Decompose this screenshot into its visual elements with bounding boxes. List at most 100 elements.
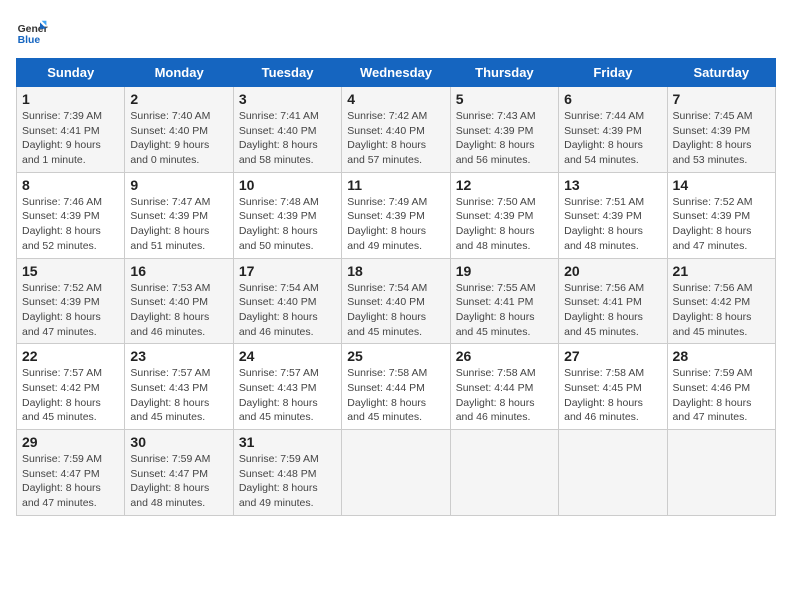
calendar-cell: 7 Sunrise: 7:45 AM Sunset: 4:39 PM Daylig… xyxy=(667,87,775,173)
day-detail: Sunrise: 7:43 AM Sunset: 4:39 PM Dayligh… xyxy=(456,109,553,168)
header-thursday: Thursday xyxy=(450,59,558,87)
day-number: 14 xyxy=(673,177,770,193)
day-detail: Sunrise: 7:44 AM Sunset: 4:39 PM Dayligh… xyxy=(564,109,661,168)
day-detail: Sunrise: 7:46 AM Sunset: 4:39 PM Dayligh… xyxy=(22,195,119,254)
day-number: 6 xyxy=(564,91,661,107)
calendar-week-5: 29 Sunrise: 7:59 AM Sunset: 4:47 PM Dayli… xyxy=(17,430,776,516)
calendar-cell: 30 Sunrise: 7:59 AM Sunset: 4:47 PM Dayli… xyxy=(125,430,233,516)
calendar-cell: 13Sunrise: 7:51 AM Sunset: 4:39 PM Dayli… xyxy=(559,172,667,258)
calendar-cell: 9Sunrise: 7:47 AM Sunset: 4:39 PM Daylig… xyxy=(125,172,233,258)
day-number: 21 xyxy=(673,263,770,279)
calendar-cell: 3 Sunrise: 7:41 AM Sunset: 4:40 PM Daylig… xyxy=(233,87,341,173)
header-tuesday: Tuesday xyxy=(233,59,341,87)
day-detail: Sunrise: 7:40 AM Sunset: 4:40 PM Dayligh… xyxy=(130,109,227,168)
day-detail: Sunrise: 7:57 AM Sunset: 4:43 PM Dayligh… xyxy=(130,366,227,425)
calendar-cell: 6 Sunrise: 7:44 AM Sunset: 4:39 PM Daylig… xyxy=(559,87,667,173)
day-number: 27 xyxy=(564,348,661,364)
calendar-cell: 15 Sunrise: 7:52 AM Sunset: 4:39 PM Dayli… xyxy=(17,258,125,344)
calendar-cell: 10 Sunrise: 7:48 AM Sunset: 4:39 PM Dayli… xyxy=(233,172,341,258)
calendar-table: SundayMondayTuesdayWednesdayThursdayFrid… xyxy=(16,58,776,516)
calendar-cell: 28 Sunrise: 7:59 AM Sunset: 4:46 PM Dayli… xyxy=(667,344,775,430)
calendar-cell: 14 Sunrise: 7:52 AM Sunset: 4:39 PM Dayli… xyxy=(667,172,775,258)
calendar-cell: 1 Sunrise: 7:39 AM Sunset: 4:41 PM Daylig… xyxy=(17,87,125,173)
calendar-week-4: 22Sunrise: 7:57 AM Sunset: 4:42 PM Dayli… xyxy=(17,344,776,430)
day-detail: Sunrise: 7:45 AM Sunset: 4:39 PM Dayligh… xyxy=(673,109,770,168)
day-number: 17 xyxy=(239,263,336,279)
calendar-cell: 8Sunrise: 7:46 AM Sunset: 4:39 PM Daylig… xyxy=(17,172,125,258)
header-sunday: Sunday xyxy=(17,59,125,87)
calendar-cell: 24 Sunrise: 7:57 AM Sunset: 4:43 PM Dayli… xyxy=(233,344,341,430)
calendar-cell: 5 Sunrise: 7:43 AM Sunset: 4:39 PM Daylig… xyxy=(450,87,558,173)
calendar-cell: 29Sunrise: 7:59 AM Sunset: 4:47 PM Dayli… xyxy=(17,430,125,516)
day-number: 15 xyxy=(22,263,119,279)
header-monday: Monday xyxy=(125,59,233,87)
day-detail: Sunrise: 7:52 AM Sunset: 4:39 PM Dayligh… xyxy=(673,195,770,254)
day-detail: Sunrise: 7:52 AM Sunset: 4:39 PM Dayligh… xyxy=(22,281,119,340)
calendar-week-1: 1 Sunrise: 7:39 AM Sunset: 4:41 PM Daylig… xyxy=(17,87,776,173)
day-number: 13 xyxy=(564,177,661,193)
calendar-cell: 19Sunrise: 7:55 AM Sunset: 4:41 PM Dayli… xyxy=(450,258,558,344)
calendar-week-3: 15 Sunrise: 7:52 AM Sunset: 4:39 PM Dayli… xyxy=(17,258,776,344)
svg-text:General: General xyxy=(18,24,48,35)
day-number: 18 xyxy=(347,263,444,279)
day-number: 4 xyxy=(347,91,444,107)
day-number: 7 xyxy=(673,91,770,107)
logo-icon: General Blue xyxy=(16,16,48,48)
day-number: 3 xyxy=(239,91,336,107)
day-number: 22 xyxy=(22,348,119,364)
day-number: 2 xyxy=(130,91,227,107)
calendar-cell: 2 Sunrise: 7:40 AM Sunset: 4:40 PM Daylig… xyxy=(125,87,233,173)
day-number: 28 xyxy=(673,348,770,364)
calendar-cell: 21 Sunrise: 7:56 AM Sunset: 4:42 PM Dayli… xyxy=(667,258,775,344)
day-detail: Sunrise: 7:59 AM Sunset: 4:46 PM Dayligh… xyxy=(673,366,770,425)
day-number: 24 xyxy=(239,348,336,364)
calendar-cell xyxy=(342,430,450,516)
day-detail: Sunrise: 7:42 AM Sunset: 4:40 PM Dayligh… xyxy=(347,109,444,168)
day-number: 11 xyxy=(347,177,444,193)
calendar-cell: 26 Sunrise: 7:58 AM Sunset: 4:44 PM Dayli… xyxy=(450,344,558,430)
day-number: 5 xyxy=(456,91,553,107)
day-number: 30 xyxy=(130,434,227,450)
calendar-header: SundayMondayTuesdayWednesdayThursdayFrid… xyxy=(17,59,776,87)
day-detail: Sunrise: 7:57 AM Sunset: 4:43 PM Dayligh… xyxy=(239,366,336,425)
day-detail: Sunrise: 7:39 AM Sunset: 4:41 PM Dayligh… xyxy=(22,109,119,168)
day-number: 10 xyxy=(239,177,336,193)
header-wednesday: Wednesday xyxy=(342,59,450,87)
day-detail: Sunrise: 7:59 AM Sunset: 4:48 PM Dayligh… xyxy=(239,452,336,511)
calendar-cell: 18 Sunrise: 7:54 AM Sunset: 4:40 PM Dayli… xyxy=(342,258,450,344)
day-number: 1 xyxy=(22,91,119,107)
day-number: 29 xyxy=(22,434,119,450)
day-number: 23 xyxy=(130,348,227,364)
calendar-week-2: 8Sunrise: 7:46 AM Sunset: 4:39 PM Daylig… xyxy=(17,172,776,258)
day-detail: Sunrise: 7:54 AM Sunset: 4:40 PM Dayligh… xyxy=(347,281,444,340)
day-detail: Sunrise: 7:48 AM Sunset: 4:39 PM Dayligh… xyxy=(239,195,336,254)
calendar-cell: 17Sunrise: 7:54 AM Sunset: 4:40 PM Dayli… xyxy=(233,258,341,344)
calendar-cell xyxy=(667,430,775,516)
day-number: 12 xyxy=(456,177,553,193)
header: General Blue xyxy=(16,16,776,48)
day-detail: Sunrise: 7:59 AM Sunset: 4:47 PM Dayligh… xyxy=(130,452,227,511)
day-detail: Sunrise: 7:56 AM Sunset: 4:42 PM Dayligh… xyxy=(673,281,770,340)
calendar-cell: 16Sunrise: 7:53 AM Sunset: 4:40 PM Dayli… xyxy=(125,258,233,344)
calendar-cell: 12Sunrise: 7:50 AM Sunset: 4:39 PM Dayli… xyxy=(450,172,558,258)
day-number: 25 xyxy=(347,348,444,364)
day-number: 26 xyxy=(456,348,553,364)
header-friday: Friday xyxy=(559,59,667,87)
day-detail: Sunrise: 7:49 AM Sunset: 4:39 PM Dayligh… xyxy=(347,195,444,254)
calendar-cell: 20 Sunrise: 7:56 AM Sunset: 4:41 PM Dayli… xyxy=(559,258,667,344)
day-number: 20 xyxy=(564,263,661,279)
day-detail: Sunrise: 7:56 AM Sunset: 4:41 PM Dayligh… xyxy=(564,281,661,340)
header-saturday: Saturday xyxy=(667,59,775,87)
logo: General Blue xyxy=(16,16,48,48)
calendar-cell: 4 Sunrise: 7:42 AM Sunset: 4:40 PM Daylig… xyxy=(342,87,450,173)
day-number: 31 xyxy=(239,434,336,450)
day-number: 16 xyxy=(130,263,227,279)
day-detail: Sunrise: 7:58 AM Sunset: 4:44 PM Dayligh… xyxy=(456,366,553,425)
calendar-cell xyxy=(559,430,667,516)
calendar-cell: 27Sunrise: 7:58 AM Sunset: 4:45 PM Dayli… xyxy=(559,344,667,430)
day-detail: Sunrise: 7:41 AM Sunset: 4:40 PM Dayligh… xyxy=(239,109,336,168)
calendar-cell: 11 Sunrise: 7:49 AM Sunset: 4:39 PM Dayli… xyxy=(342,172,450,258)
calendar-cell xyxy=(450,430,558,516)
day-number: 9 xyxy=(130,177,227,193)
svg-text:Blue: Blue xyxy=(18,35,41,46)
